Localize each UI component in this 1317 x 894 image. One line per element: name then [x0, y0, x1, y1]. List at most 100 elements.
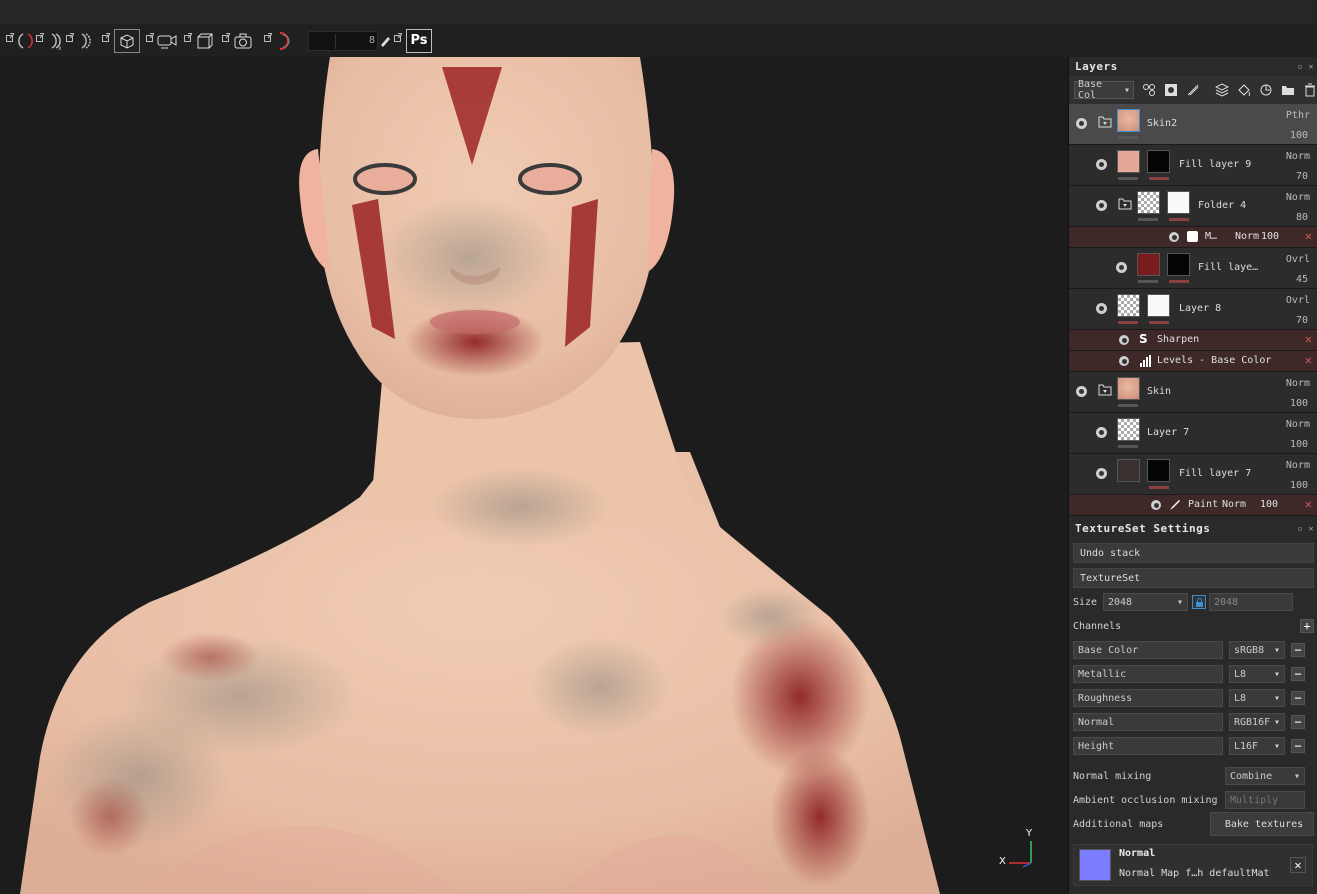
- normal-mixing-select[interactable]: Combine ▾: [1225, 767, 1305, 785]
- layer-blend-mode[interactable]: Ovrl: [1286, 295, 1310, 306]
- layer-blend-mode[interactable]: Ovrl: [1286, 254, 1310, 265]
- channel-name[interactable]: Roughness: [1073, 689, 1223, 707]
- brush-size-field[interactable]: 8: [308, 30, 378, 51]
- additional-map-card[interactable]: Normal Normal Map f…h defaultMat ✕: [1073, 844, 1313, 886]
- 3d-viewport[interactable]: Y X: [0, 57, 1067, 894]
- visibility-eye-icon[interactable]: [1169, 232, 1179, 242]
- add-mask-icon[interactable]: [1162, 82, 1179, 99]
- layer-opacity[interactable]: 45: [1296, 274, 1308, 285]
- size-field-2[interactable]: 2048: [1209, 593, 1293, 611]
- effect-row-mask[interactable]: M… Norm 100 ✕: [1069, 227, 1317, 248]
- lock-icon[interactable]: [1192, 595, 1206, 609]
- undo-stack-button[interactable]: Undo stack: [1073, 543, 1314, 563]
- channel-format-select[interactable]: L16F ▾: [1229, 737, 1285, 755]
- layer-row-fill-layer-7[interactable]: Fill layer 7 Norm 100: [1069, 454, 1317, 495]
- camera-icon[interactable]: [154, 28, 180, 54]
- visibility-eye-icon[interactable]: [1151, 500, 1161, 510]
- channel-format-select[interactable]: L8 ▾: [1229, 689, 1285, 707]
- size-select[interactable]: 2048 ▾: [1103, 593, 1188, 611]
- visibility-eye-icon[interactable]: [1096, 159, 1107, 170]
- channel-name[interactable]: Height: [1073, 737, 1223, 755]
- visibility-eye-icon[interactable]: [1076, 386, 1087, 397]
- channel-name[interactable]: Normal: [1073, 713, 1223, 731]
- moon-icon[interactable]: [272, 28, 294, 54]
- layer-blend-mode[interactable]: Norm: [1286, 419, 1310, 430]
- popout-icon[interactable]: [146, 28, 154, 54]
- folder-icon[interactable]: [1098, 384, 1112, 396]
- add-folder-icon[interactable]: [1279, 82, 1296, 99]
- effect-row-sharpen[interactable]: S Sharpen ✕: [1069, 330, 1317, 351]
- camera-cube-icon[interactable]: [114, 28, 140, 53]
- layer-row-skin[interactable]: Skin Norm 100: [1069, 372, 1317, 413]
- screenshot-icon[interactable]: [230, 28, 256, 54]
- channel-name[interactable]: Metallic: [1073, 665, 1223, 683]
- layer-row-folder-4[interactable]: Folder 4 Norm 80: [1069, 186, 1317, 227]
- popout-icon[interactable]: [222, 28, 230, 54]
- effect-opacity[interactable]: 100: [1260, 499, 1278, 510]
- layer-opacity[interactable]: 100: [1290, 130, 1308, 141]
- close-icon[interactable]: ✕: [1309, 524, 1314, 533]
- layer-blend-mode[interactable]: Norm: [1286, 460, 1310, 471]
- remove-channel-button[interactable]: −: [1291, 739, 1305, 753]
- channel-format-select[interactable]: RGB16F ▾: [1229, 713, 1285, 731]
- visibility-eye-icon[interactable]: [1076, 118, 1087, 129]
- popout-icon[interactable]: [394, 28, 402, 54]
- effect-row-levels[interactable]: Levels - Base Color ✕: [1069, 351, 1317, 372]
- popout-icon[interactable]: [184, 28, 192, 54]
- layer-opacity[interactable]: 70: [1296, 315, 1308, 326]
- effect-blend-mode[interactable]: Norm: [1235, 231, 1259, 242]
- remove-channel-button[interactable]: −: [1291, 667, 1305, 681]
- channel-select[interactable]: Base Col ▾: [1074, 79, 1134, 101]
- visibility-eye-icon[interactable]: [1096, 303, 1107, 314]
- add-effect-icon[interactable]: [1140, 82, 1157, 99]
- layer-blend-mode[interactable]: Norm: [1286, 151, 1310, 162]
- delete-layer-icon[interactable]: [1301, 82, 1317, 99]
- layer-row-layer-7[interactable]: Layer 7 Norm 100: [1069, 413, 1317, 454]
- box-icon[interactable]: [192, 28, 216, 54]
- popout-icon[interactable]: [264, 28, 272, 54]
- symmetry-icon[interactable]: [14, 28, 36, 54]
- channel-name[interactable]: Base Color: [1073, 641, 1223, 659]
- photoshop-icon[interactable]: Ps: [406, 28, 432, 53]
- layer-opacity[interactable]: 80: [1296, 212, 1308, 223]
- add-fill-layer-icon[interactable]: [1235, 82, 1252, 99]
- visibility-eye-icon[interactable]: [1096, 427, 1107, 438]
- symmetry-y-icon[interactable]: [74, 28, 96, 54]
- layer-blend-mode[interactable]: Norm: [1286, 192, 1310, 203]
- visibility-eye-icon[interactable]: [1096, 468, 1107, 479]
- layer-blend-mode[interactable]: Pthr: [1286, 110, 1310, 121]
- delete-effect-icon[interactable]: ✕: [1305, 353, 1312, 367]
- popout-icon[interactable]: [66, 28, 74, 54]
- channel-format-select[interactable]: L8 ▾: [1229, 665, 1285, 683]
- effect-blend-mode[interactable]: Norm: [1222, 499, 1246, 510]
- effect-row-paint[interactable]: Paint Norm 100 ✕: [1069, 495, 1317, 516]
- popout-icon[interactable]: [36, 28, 44, 54]
- channel-format-select[interactable]: sRGB8 ▾: [1229, 641, 1285, 659]
- add-channel-button[interactable]: +: [1300, 619, 1314, 633]
- delete-effect-icon[interactable]: ✕: [1305, 332, 1312, 346]
- layer-row-fill-layer[interactable]: Fill laye… Ovrl 45: [1069, 248, 1317, 289]
- layer-row-skin2[interactable]: Skin2 Pthr 100: [1069, 104, 1317, 145]
- close-icon[interactable]: ✕: [1309, 62, 1314, 71]
- delete-effect-icon[interactable]: ✕: [1305, 229, 1312, 243]
- visibility-eye-icon[interactable]: [1119, 356, 1129, 366]
- float-icon[interactable]: ▫: [1297, 62, 1302, 71]
- layer-opacity[interactable]: 70: [1296, 171, 1308, 182]
- layer-blend-mode[interactable]: Norm: [1286, 378, 1310, 389]
- layer-opacity[interactable]: 100: [1290, 480, 1308, 491]
- layer-row-layer-8[interactable]: Layer 8 Ovrl 70: [1069, 289, 1317, 330]
- add-layer-icon[interactable]: [1213, 82, 1230, 99]
- popout-icon[interactable]: [6, 28, 14, 54]
- pen-icon[interactable]: [378, 28, 392, 54]
- clear-mask-icon[interactable]: [1184, 82, 1201, 99]
- folder-icon[interactable]: [1118, 198, 1132, 210]
- remove-channel-button[interactable]: −: [1291, 691, 1305, 705]
- popout-icon[interactable]: [102, 28, 110, 54]
- layer-opacity[interactable]: 100: [1290, 439, 1308, 450]
- visibility-eye-icon[interactable]: [1096, 200, 1107, 211]
- effect-opacity[interactable]: 100: [1261, 231, 1279, 242]
- textureset-button[interactable]: TextureSet: [1073, 568, 1314, 588]
- remove-map-button[interactable]: ✕: [1290, 857, 1306, 873]
- remove-channel-button[interactable]: −: [1291, 715, 1305, 729]
- remove-channel-button[interactable]: −: [1291, 643, 1305, 657]
